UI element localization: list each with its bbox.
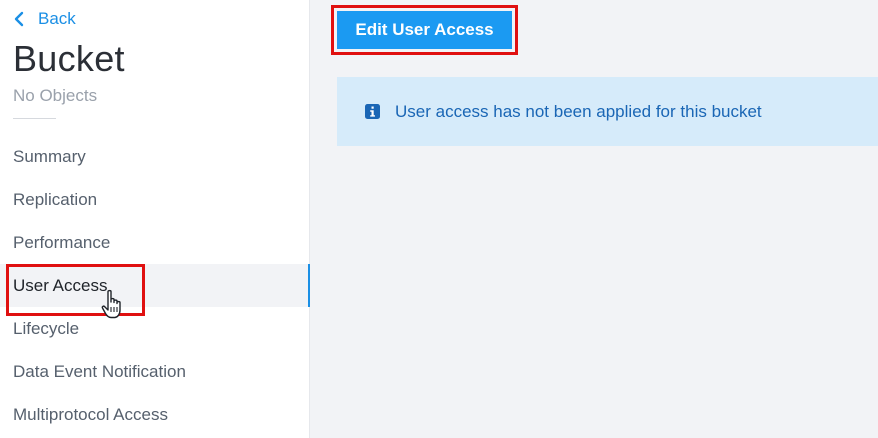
sidebar-item-summary[interactable]: Summary xyxy=(0,135,310,178)
sidebar-item-replication[interactable]: Replication xyxy=(0,178,310,221)
info-banner: User access has not been applied for thi… xyxy=(337,77,878,146)
chevron-left-icon xyxy=(14,11,24,27)
edit-user-access-button[interactable]: Edit User Access xyxy=(337,11,512,49)
highlight-box-edit-button: Edit User Access xyxy=(331,5,518,55)
sidebar-item-multiprotocol-access[interactable]: Multiprotocol Access xyxy=(0,393,310,436)
sidebar-nav: Summary Replication Performance User Acc… xyxy=(0,135,310,436)
sidebar-item-user-access[interactable]: User Access xyxy=(0,264,310,307)
back-link[interactable]: Back xyxy=(12,9,76,29)
bucket-object-count: No Objects xyxy=(13,86,98,105)
info-icon xyxy=(365,104,380,119)
info-message: User access has not been applied for thi… xyxy=(395,101,762,121)
divider xyxy=(13,118,56,119)
sidebar-item-performance[interactable]: Performance xyxy=(0,221,310,264)
sidebar-item-data-event-notification[interactable]: Data Event Notification xyxy=(0,350,310,393)
sidebar: Back Bucket No Objects Summary Replicati… xyxy=(0,0,310,438)
back-label: Back xyxy=(38,9,76,28)
sidebar-item-lifecycle[interactable]: Lifecycle xyxy=(0,307,310,350)
page-title: Bucket xyxy=(13,38,125,79)
